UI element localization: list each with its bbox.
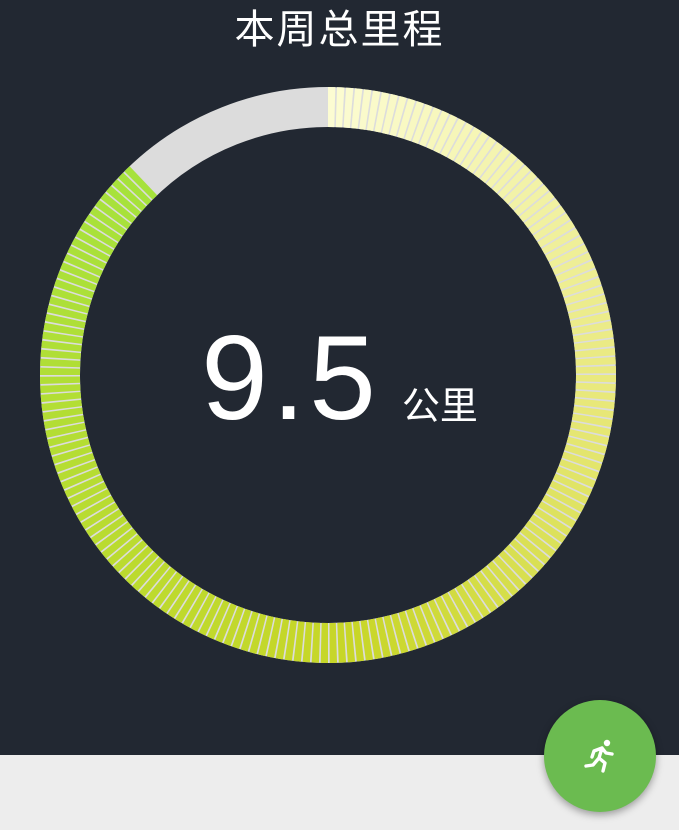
distance-value: 9.5 [201,311,380,445]
progress-ring-segment [329,622,338,663]
distance-unit: 公里 [401,384,478,428]
progress-ring-segment [320,622,328,663]
distance-display: 9.5 公里 [0,318,679,438]
progress-ring-segment [328,87,336,128]
start-run-button[interactable] [544,700,656,812]
running-person-icon [580,736,620,776]
